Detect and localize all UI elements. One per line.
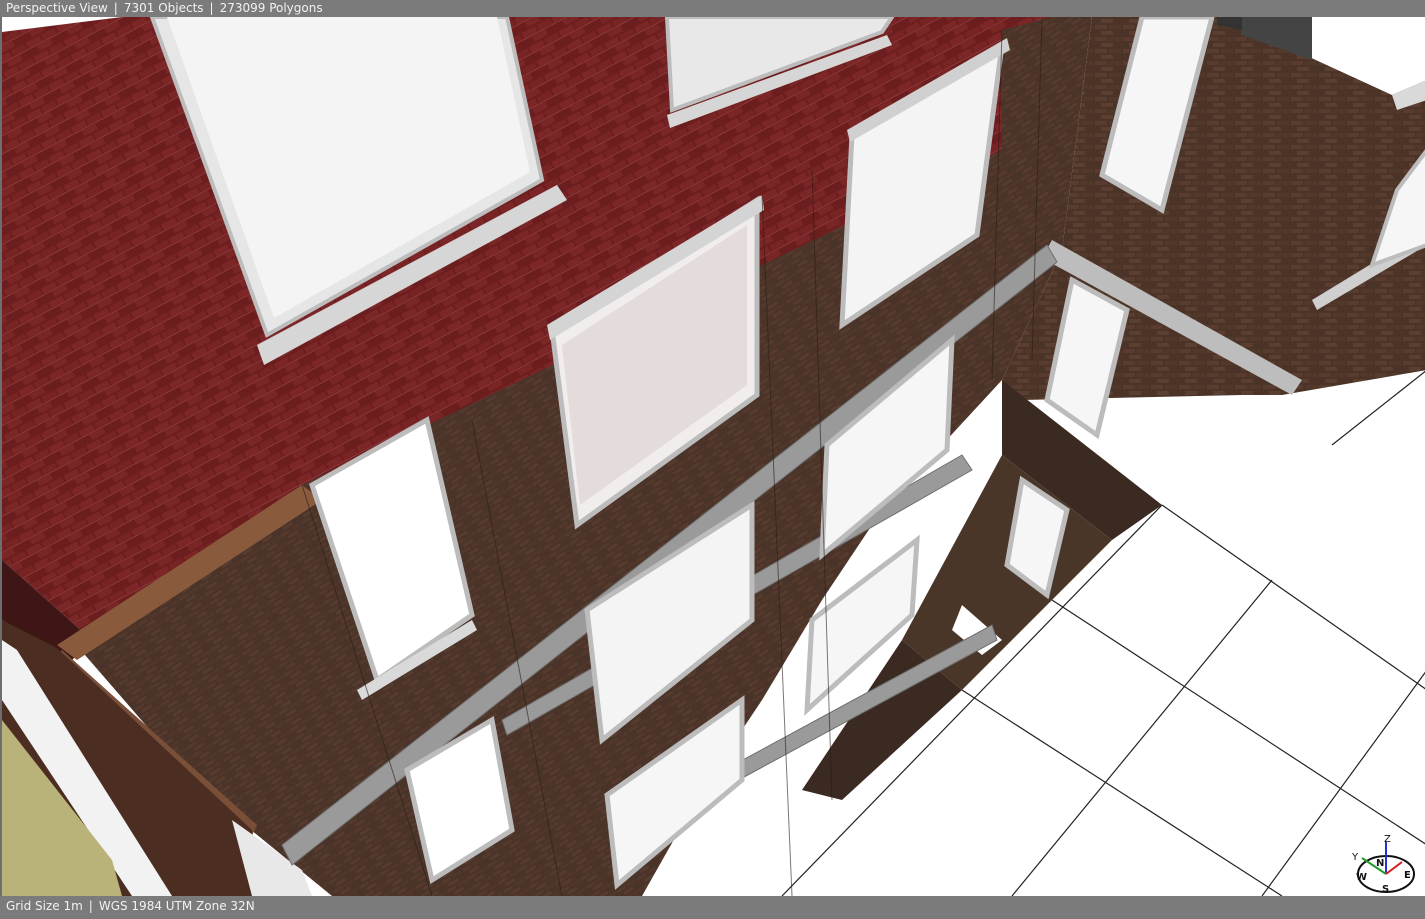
x-axis-line xyxy=(1385,861,1403,875)
view-mode-label[interactable]: Perspective View xyxy=(6,1,108,15)
grid-size-label: Grid Size 1m xyxy=(6,899,83,913)
compass-west: W xyxy=(1356,872,1367,883)
scene-render[interactable] xyxy=(2,17,1425,896)
polygon-count: 273099 Polygons xyxy=(219,1,323,15)
status-bar: Grid Size 1m | WGS 1984 UTM Zone 32N xyxy=(0,896,1425,919)
navigation-compass-icon[interactable]: Z Y N E S W xyxy=(1351,834,1415,895)
y-axis-label: Y xyxy=(1351,852,1359,863)
viewport-info-bar: Perspective View | 7301 Objects | 273099 Pol… xyxy=(0,0,1425,17)
coordinate-system-label: WGS 1984 UTM Zone 32N xyxy=(98,899,255,913)
z-axis-label: Z xyxy=(1384,834,1391,845)
separator: | xyxy=(113,1,118,15)
separator: | xyxy=(88,899,93,913)
compass-east: E xyxy=(1404,870,1411,881)
3d-viewport[interactable] xyxy=(0,17,1425,896)
compass-south: S xyxy=(1382,884,1389,894)
object-count: 7301 Objects xyxy=(123,1,204,15)
navigation-compass[interactable]: Z Y N E S W xyxy=(1346,832,1420,895)
compass-north: N xyxy=(1376,858,1384,869)
separator: | xyxy=(209,1,214,15)
